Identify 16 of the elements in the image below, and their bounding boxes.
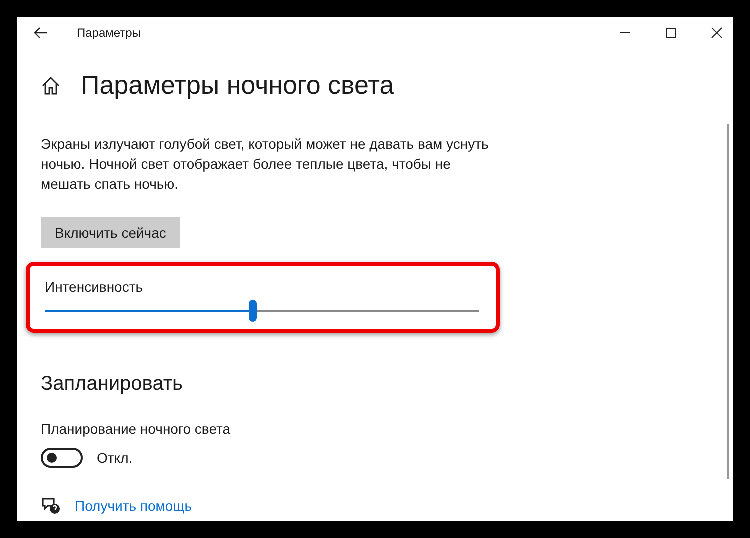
chat-help-icon <box>41 497 61 515</box>
schedule-label: Планирование ночного света <box>41 421 231 437</box>
toggle-switch[interactable] <box>41 448 83 468</box>
page-heading: Параметры ночного света <box>81 70 394 101</box>
window-title: Параметры <box>77 26 141 40</box>
close-icon[interactable] <box>711 27 723 39</box>
back-icon[interactable] <box>34 27 48 39</box>
maximize-icon[interactable] <box>665 27 677 39</box>
intensity-label: Интенсивность <box>45 279 144 295</box>
slider-thumb[interactable] <box>249 300 258 322</box>
home-icon[interactable] <box>41 76 61 96</box>
toggle-state: Откл. <box>97 450 133 466</box>
section-heading: Запланировать <box>41 373 183 396</box>
turn-on-now-button[interactable]: Включить сейчас <box>41 217 180 248</box>
help-link[interactable]: Получить помощь <box>75 498 192 514</box>
description-text: Экраны излучают голубой свет, который может не давать вам уснуть ночью. Ночной свет отображает более теплые цвета, чтобы не мешать спать ночью. <box>41 135 490 194</box>
